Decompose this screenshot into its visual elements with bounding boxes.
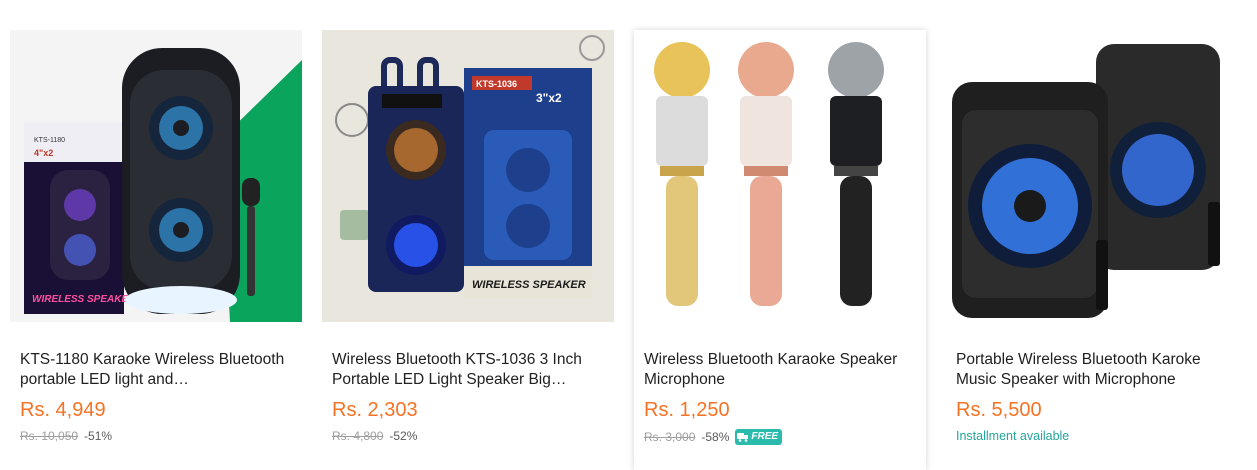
box-size-label: 3"x2 xyxy=(536,91,562,105)
product-price: Rs. 4,949 xyxy=(20,399,106,421)
product-image[interactable] xyxy=(634,30,926,322)
discount-percent: -51% xyxy=(84,429,113,443)
product-title[interactable]: Wireless Bluetooth Karaoke Speaker Micro… xyxy=(644,350,920,390)
product-grid: KTS-1180 4"x2 WIRELESS SPEAKER KTS-1180 … xyxy=(0,0,1257,470)
product-card[interactable]: KTS-1180 4"x2 WIRELESS SPEAKER KTS-1180 … xyxy=(10,30,302,470)
product-title[interactable]: Portable Wireless Bluetooth Karoke Music… xyxy=(956,350,1232,390)
product-price: Rs. 2,303 xyxy=(332,399,418,421)
product-price: Rs. 5,500 xyxy=(956,399,1042,421)
product-price: Rs. 1,250 xyxy=(644,399,730,421)
product-card[interactable]: KTS-1036 3"x2 WIRELESS SPEAKER Wireless … xyxy=(322,30,614,470)
product-image[interactable]: KTS-1180 4"x2 WIRELESS SPEAKER xyxy=(10,30,302,322)
box-size-label: 4"x2 xyxy=(34,148,53,158)
original-price: Rs. 10,050 xyxy=(20,429,79,443)
truck-icon xyxy=(737,433,749,442)
price-meta: Rs. 4,800 -52% xyxy=(332,429,417,443)
installment-label: Installment available xyxy=(956,429,1070,443)
price-meta: Rs. 10,050 -51% xyxy=(20,429,112,443)
price-meta: Rs. 3,000 -58% FREE xyxy=(644,429,783,445)
product-title[interactable]: KTS-1180 Karaoke Wireless Bluetooth port… xyxy=(20,350,296,390)
discount-percent: -52% xyxy=(389,429,418,443)
product-image[interactable] xyxy=(946,30,1238,322)
product-card[interactable]: Portable Wireless Bluetooth Karoke Music… xyxy=(946,30,1238,470)
discount-percent: -58% xyxy=(701,430,730,444)
free-shipping-badge: FREE xyxy=(735,429,783,445)
box-model-label: KTS-1180 xyxy=(34,137,65,144)
box-model-label: KTS-1036 xyxy=(476,79,517,89)
product-title[interactable]: Wireless Bluetooth KTS-1036 3 Inch Porta… xyxy=(332,350,608,390)
original-price: Rs. 3,000 xyxy=(644,430,696,444)
product-image[interactable]: KTS-1036 3"x2 WIRELESS SPEAKER xyxy=(322,30,614,322)
box-brand-label: WIRELESS SPEAKER xyxy=(32,294,136,305)
product-card[interactable]: Wireless Bluetooth Karaoke Speaker Micro… xyxy=(634,30,926,470)
free-badge-label: FREE xyxy=(751,431,779,442)
original-price: Rs. 4,800 xyxy=(332,429,384,443)
box-brand-label: WIRELESS SPEAKER xyxy=(472,279,586,291)
price-meta: Installment available xyxy=(956,429,1069,443)
